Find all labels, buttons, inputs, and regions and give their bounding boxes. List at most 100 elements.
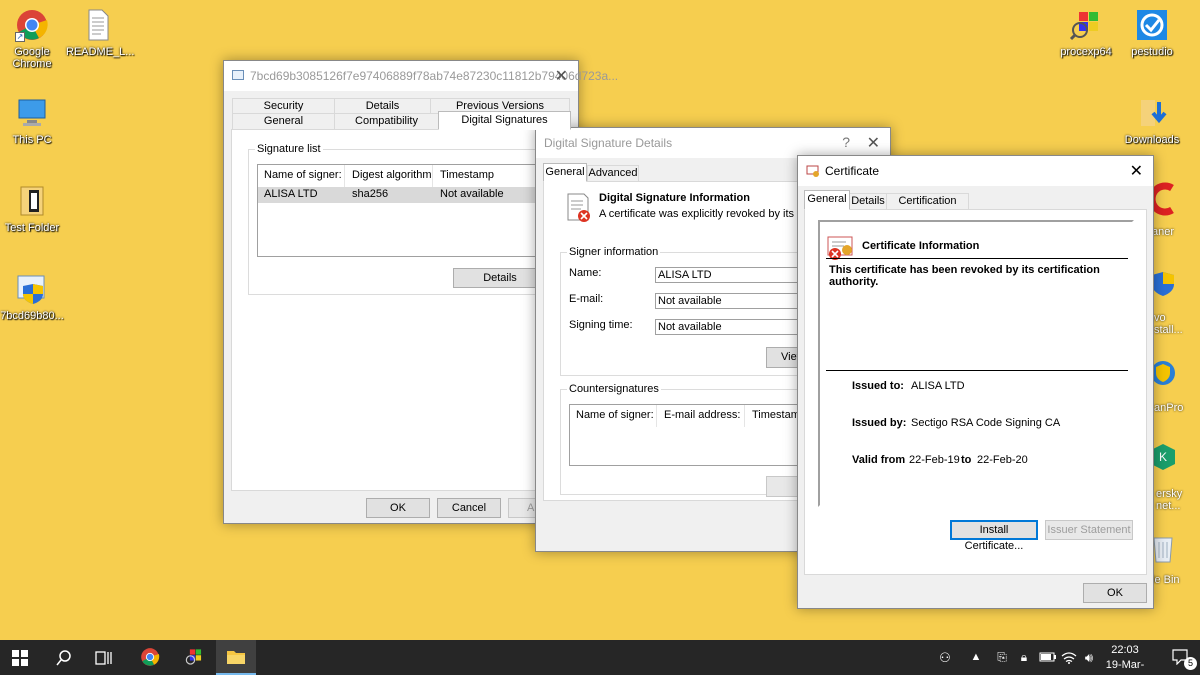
people-icon[interactable]: ⚇: [932, 640, 958, 675]
desktop-icon-test-folder[interactable]: Test Folder: [0, 184, 64, 234]
certificate-title: Certificate: [825, 164, 880, 178]
issued-to-label: Issued to:: [852, 380, 904, 392]
taskbar-explorer[interactable]: [216, 640, 256, 675]
certificate-info-heading: Certificate Information: [862, 240, 980, 252]
tab-advanced[interactable]: Advanced: [587, 165, 639, 182]
tab-details[interactable]: Details: [849, 193, 887, 210]
desktop-icon-chrome[interactable]: ↗ Google Chrome: [0, 8, 64, 70]
file-explorer-icon: [227, 651, 245, 664]
desktop-icon-label: Test Folder: [4, 222, 60, 234]
taskbar-chrome[interactable]: [130, 640, 170, 675]
usb-icon[interactable]: ⎘: [990, 640, 1014, 675]
taskbar-procexp[interactable]: [174, 640, 214, 675]
properties-titlebar[interactable]: 7bcd69b3085126f7e97406889f78ab74e87230c1…: [224, 61, 618, 91]
tab-details[interactable]: Details: [334, 98, 431, 114]
email-label: E-mail:: [569, 293, 604, 305]
folder-icon: [15, 184, 49, 218]
wifi-icon[interactable]: [1058, 640, 1080, 675]
help-icon[interactable]: ?: [842, 134, 850, 150]
desktop-icon-anpro[interactable]: anPro: [1150, 356, 1200, 414]
desktop-icon-pestudio[interactable]: pestudio: [1120, 8, 1184, 58]
column-header-email[interactable]: E-mail address:: [664, 409, 740, 421]
svg-text:K: K: [1159, 450, 1167, 464]
desktop-icon-label: README_L...: [66, 46, 135, 58]
close-icon[interactable]: ✕: [867, 133, 880, 153]
tab-general[interactable]: General: [232, 113, 335, 130]
ok-button[interactable]: OK: [366, 498, 430, 518]
signature-list-group: Signature list Name of signer: Digest al…: [248, 143, 558, 295]
desktop-icon-installer[interactable]: 7bcd69b80...: [0, 272, 64, 322]
cell-digest: sha256: [352, 188, 389, 200]
certificate-titlebar[interactable]: Certificate ✕: [798, 156, 1153, 186]
action-center-button[interactable]: 5: [1162, 640, 1200, 675]
revoked-signature-icon: [564, 192, 594, 224]
column-header-signer[interactable]: Name of signer:: [576, 409, 654, 421]
install-certificate-button[interactable]: Install Certificate...: [950, 520, 1038, 552]
windows-logo-icon: [12, 650, 28, 666]
signature-details-titlebar[interactable]: Digital Signature Details ? ✕: [536, 128, 890, 158]
lock-icon[interactable]: 🔒︎: [1012, 640, 1036, 675]
column-header-digest[interactable]: Digest algorithm: [352, 169, 431, 181]
issued-by-value: Sectigo RSA Code Signing CA: [911, 417, 1061, 429]
desktop-icon-readme[interactable]: README_L...: [66, 8, 135, 58]
desktop-icon-procexp[interactable]: procexp64: [1054, 8, 1118, 58]
issuer-statement-button[interactable]: Issuer Statement: [1045, 520, 1133, 540]
clock-time: 22:03: [1111, 644, 1139, 656]
tab-digital-signatures[interactable]: Digital Signatures: [438, 111, 571, 130]
desktop-icon-label: ersky net...: [1156, 488, 1183, 512]
cancel-button[interactable]: Cancel: [437, 498, 501, 518]
desktop-icon-installer-2[interactable]: vo stall...: [1150, 266, 1200, 336]
certificate-window: Certificate ✕ General Details Certificat…: [797, 155, 1154, 609]
valid-to-label: to: [961, 454, 972, 466]
column-separator: [432, 165, 433, 187]
desktop-icon-downloads[interactable]: Downloads: [1120, 96, 1184, 146]
close-icon[interactable]: ✕: [1130, 161, 1143, 181]
details-button[interactable]: Details: [453, 268, 547, 288]
certificate-revoked-message: This certificate has been revoked by its…: [829, 264, 1100, 288]
tab-general[interactable]: General: [543, 163, 587, 182]
countersignatures-label: Countersignatures: [567, 383, 661, 395]
digital-signatures-panel: Signature list Name of signer: Digest al…: [231, 129, 572, 491]
desktop-icon-label: procexp64: [1060, 46, 1112, 58]
table-row[interactable]: ALISA LTD sha256 Not available: [258, 187, 552, 203]
desktop-icon-label: Downloads: [1124, 134, 1180, 146]
name-label: Name:: [569, 267, 602, 279]
desktop-icon-label: 7bcd69b80...: [0, 310, 64, 322]
close-icon[interactable]: ✕: [555, 66, 568, 86]
chrome-icon: ↗: [15, 8, 49, 42]
task-view-button[interactable]: [84, 640, 124, 675]
start-button[interactable]: [0, 640, 40, 675]
ok-button[interactable]: OK: [1083, 583, 1147, 603]
desktop-icon-kaspersky[interactable]: K ersky net...: [1150, 440, 1200, 516]
certificate-info-box: Certificate Information This certificate…: [818, 220, 1134, 507]
column-separator: [744, 405, 745, 427]
valid-from-label: Valid from: [852, 454, 906, 466]
desktop-icon-label: aner: [1152, 226, 1175, 238]
tab-general[interactable]: General: [804, 190, 850, 210]
column-header-timestamp[interactable]: Timestamp: [440, 169, 494, 181]
desktop-icon-label: Google Chrome: [12, 46, 52, 70]
desktop-icon-recycle-bin[interactable]: le Bin: [1150, 530, 1200, 586]
certificate-window-icon: [806, 164, 820, 178]
show-hidden-icons[interactable]: ▲: [964, 640, 988, 675]
tab-compatibility[interactable]: Compatibility: [334, 113, 439, 130]
desktop-icon-label: le Bin: [1152, 574, 1180, 586]
procexp-icon: [1069, 8, 1103, 42]
properties-window: 7bcd69b3085126f7e97406889f78ab74e87230c1…: [223, 60, 618, 524]
search-button[interactable]: [44, 640, 84, 675]
tab-certification-path[interactable]: Certification Path: [886, 193, 969, 221]
desktop-icon-ccleaner[interactable]: aner: [1148, 182, 1200, 238]
clock[interactable]: 22:03 19-Mar-19: [1100, 643, 1150, 675]
desktop-icon-this-pc[interactable]: This PC: [0, 96, 64, 146]
volume-icon[interactable]: 🔊︎: [1078, 640, 1100, 675]
valid-to-value: 22-Feb-20: [977, 454, 1028, 466]
clock-date: 19-Mar-19: [1105, 659, 1145, 675]
valid-from-value: 22-Feb-19: [909, 454, 960, 466]
signing-time-label: Signing time:: [569, 319, 633, 331]
signature-info-heading: Digital Signature Information: [599, 192, 750, 204]
tab-security[interactable]: Security: [232, 98, 335, 114]
column-header-signer[interactable]: Name of signer:: [264, 169, 342, 181]
battery-icon[interactable]: [1036, 640, 1060, 675]
signature-list[interactable]: Name of signer: Digest algorithm Timesta…: [257, 164, 553, 257]
cell-timestamp: Not available: [440, 188, 504, 200]
